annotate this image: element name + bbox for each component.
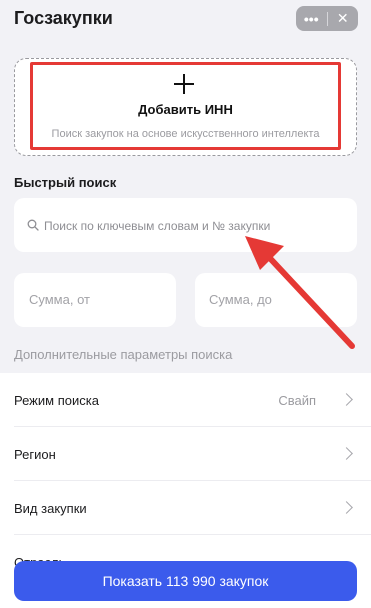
chevron-right-icon [340, 447, 353, 460]
param-label: Вид закупки [14, 501, 87, 516]
window-controls: ••• ✕ [296, 6, 358, 31]
header: Госзакупки ••• ✕ [0, 0, 371, 40]
param-label: Регион [14, 447, 56, 462]
param-value: Свайп [278, 393, 316, 408]
sum-from-placeholder: Сумма, от [29, 292, 90, 307]
chevron-right-icon [340, 393, 353, 406]
show-results-button[interactable]: Показать 113 990 закупок [14, 561, 357, 601]
sum-to-placeholder: Сумма, до [209, 292, 272, 307]
extra-params-title: Дополнительные параметры поиска [14, 347, 233, 362]
chevron-right-icon [340, 501, 353, 514]
param-label: Режим поиска [14, 393, 99, 408]
annotation-highlight-box [30, 62, 341, 150]
search-icon [27, 219, 39, 231]
app-title: Госзакупки [14, 8, 113, 28]
divider [14, 534, 371, 535]
param-row-search-mode[interactable]: Режим поиска Свайп [0, 373, 371, 427]
close-icon[interactable]: ✕ [328, 6, 359, 31]
param-row-purchase-type[interactable]: Вид закупки [0, 481, 371, 535]
more-dots-icon[interactable]: ••• [296, 6, 327, 31]
search-placeholder: Поиск по ключевым словам и № закупки [44, 219, 271, 233]
quick-search-title: Быстрый поиск [14, 175, 117, 190]
param-row-region[interactable]: Регион [0, 427, 371, 481]
